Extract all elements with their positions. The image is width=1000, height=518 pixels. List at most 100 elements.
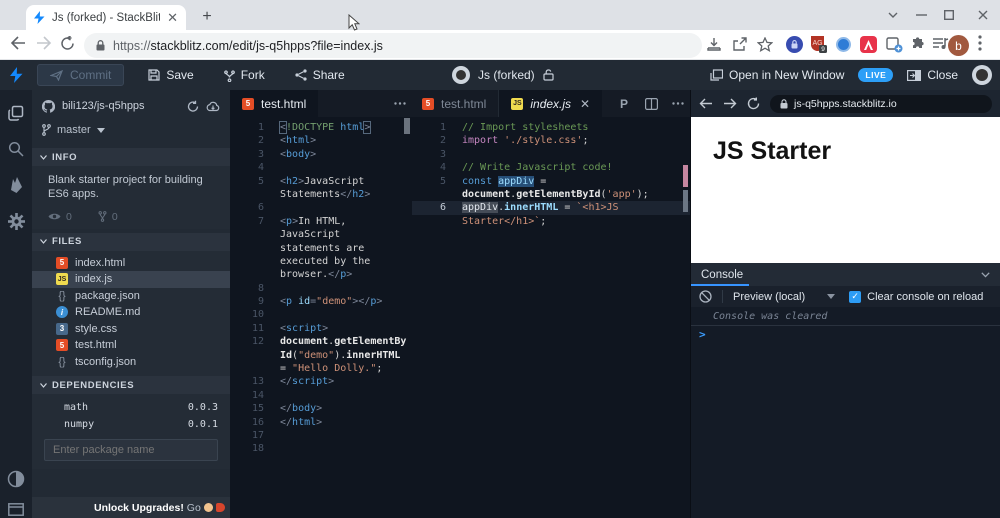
unlock-upgrades-link[interactable]: Unlock Upgrades! Go [94, 502, 225, 514]
open-new-window-button[interactable]: Open in New Window [710, 68, 844, 82]
clear-console-icon[interactable] [699, 290, 712, 303]
code-row: 2 <html> [257, 135, 317, 147]
overview-ruler-mark [683, 190, 688, 212]
preview-heading: JS Starter [713, 137, 832, 165]
dependencies-section-header[interactable]: DEPENDENCIES [32, 376, 230, 394]
dependency-numpy[interactable]: numpy 0.0.1 [32, 416, 230, 433]
file-name: index.html [75, 256, 126, 269]
browser-profile-avatar[interactable]: b [948, 35, 969, 56]
file-item-index.html[interactable]: 5 index.html [32, 255, 230, 272]
user-avatar[interactable] [972, 65, 992, 85]
new-tab-button[interactable]: + [196, 7, 218, 27]
extension-tab-plus-icon[interactable] [886, 37, 903, 53]
console-target-select[interactable]: Preview (local) [733, 291, 836, 303]
extension-blue-icon[interactable] [836, 37, 851, 52]
branch-name: master [57, 124, 91, 136]
stackblitz-logo-icon[interactable] [10, 67, 23, 83]
code-editor-index-js[interactable]: 1// Import stylesheets 2 import './style.c… [412, 117, 690, 228]
html-file-icon: 5 [422, 97, 434, 110]
preview-url-bar[interactable]: js-q5hpps.stackblitz.io [770, 94, 992, 113]
files-section-header[interactable]: FILES [32, 232, 230, 251]
info-section-header[interactable]: INFO [32, 148, 230, 166]
firebase-icon[interactable] [7, 176, 25, 194]
more-actions-icon[interactable] [394, 102, 406, 105]
editor-pane-right: 5 test.html JS index.js ✕ P 1// Import s… [412, 90, 690, 518]
more-actions-icon[interactable] [672, 102, 684, 105]
browser-tab[interactable]: Js (forked) - StackBlitz ✕ [26, 5, 186, 30]
file-name: test.html [75, 339, 117, 352]
close-window-button[interactable] [970, 4, 996, 26]
file-name: index.js [75, 273, 113, 286]
preview-viewport[interactable]: JS Starter [691, 117, 1000, 263]
file-item-README.md[interactable]: i README.md [32, 304, 230, 321]
search-icon[interactable] [7, 140, 25, 158]
media-queue-icon[interactable] [932, 37, 949, 51]
maximize-button[interactable] [936, 4, 962, 26]
tab-test-html[interactable]: 5 test.html [230, 90, 319, 117]
back-icon[interactable] [10, 36, 30, 54]
dependencies-list: math 0.0.3 numpy 0.0.1 [32, 394, 230, 469]
left-editor-scrollbar[interactable] [404, 118, 410, 134]
extension-red-icon[interactable] [860, 36, 877, 53]
theme-toggle-icon[interactable] [7, 470, 25, 488]
file-item-tsconfig.json[interactable]: {} tsconfig.json [32, 354, 230, 371]
file-item-index.js[interactable]: JS index.js [32, 271, 230, 288]
code-row: 4 [257, 162, 264, 174]
extensions-puzzle-icon[interactable] [910, 37, 926, 53]
console-header[interactable]: Console [691, 263, 1000, 286]
forward-icon[interactable] [36, 36, 56, 54]
code-row: browser.</p> [280, 269, 353, 281]
file-item-test.html[interactable]: 5 test.html [32, 337, 230, 354]
project-files-icon[interactable] [7, 104, 25, 122]
tab-test-html-secondary[interactable]: 5 test.html [412, 90, 500, 117]
tab-search-icon[interactable] [880, 4, 906, 26]
extension-adblock-icon[interactable]: AG 9 [810, 35, 827, 54]
code-editor-test-html[interactable]: 1 <!DOCTYPE html> 2 <html> 3 <body> 4 5 <h2>Java… [230, 117, 412, 456]
code-row: executed by the [280, 255, 371, 267]
branch-selector[interactable]: master [32, 118, 230, 142]
clear-on-reload-option[interactable]: ✓ Clear console on reload [849, 290, 983, 303]
unlock-icon[interactable] [543, 69, 554, 81]
code-row: 12 document.getElementBy [251, 336, 407, 348]
close-tab-icon[interactable]: ✕ [580, 97, 590, 111]
fork-button[interactable]: Fork [223, 68, 265, 82]
address-bar[interactable]: https://stackblitz.com/edit/js-q5hpps?fi… [84, 33, 702, 58]
prettier-icon[interactable]: P [620, 97, 631, 110]
repo-row[interactable]: bili123/js-q5hpps [32, 94, 230, 118]
share-icon[interactable] [732, 37, 748, 52]
cloud-download-icon[interactable] [206, 101, 220, 112]
tab-index-js[interactable]: JS index.js ✕ [499, 90, 603, 117]
preview-reload-icon[interactable] [747, 97, 760, 110]
refresh-icon[interactable] [187, 100, 199, 113]
console-collapse-icon[interactable] [981, 271, 990, 278]
clear-on-reload-checkbox[interactable]: ✓ [849, 290, 862, 303]
astronaut-emoji-icon [203, 502, 213, 512]
split-editor-icon[interactable] [645, 97, 658, 110]
minimize-button[interactable] [908, 4, 934, 26]
close-preview-button[interactable]: Close [907, 68, 958, 82]
download-page-icon[interactable] [706, 37, 722, 52]
settings-gear-icon[interactable] [7, 212, 25, 230]
html-file-icon: 5 [56, 256, 68, 269]
stackblitz-window: Js (forked) - StackBlitz ✕ + https://sta… [0, 0, 1000, 518]
js-file-icon: JS [56, 273, 68, 286]
save-button[interactable]: Save [148, 68, 194, 82]
package-name-input[interactable] [44, 439, 218, 461]
tab-close-icon[interactable]: ✕ [167, 10, 178, 26]
dependency-math[interactable]: math 0.0.3 [32, 399, 230, 416]
share-nodes-icon [295, 69, 307, 81]
share-button[interactable]: Share [295, 68, 345, 82]
browser-menu-icon[interactable] [978, 35, 982, 51]
file-item-package.json[interactable]: {} package.json [32, 288, 230, 305]
extension-privacy-icon[interactable] [786, 36, 803, 53]
file-item-style.css[interactable]: 3 style.css [32, 321, 230, 338]
layout-toggle-icon[interactable] [7, 500, 25, 518]
reload-icon[interactable] [60, 36, 80, 54]
code-row: JavaScript [280, 229, 341, 241]
branch-icon [42, 124, 51, 136]
console-prompt[interactable]: > [691, 325, 1000, 343]
bookmark-star-icon[interactable] [757, 37, 773, 52]
commit-button[interactable]: Commit [37, 64, 125, 86]
preview-forward-icon[interactable] [723, 98, 737, 109]
preview-back-icon[interactable] [699, 98, 713, 109]
